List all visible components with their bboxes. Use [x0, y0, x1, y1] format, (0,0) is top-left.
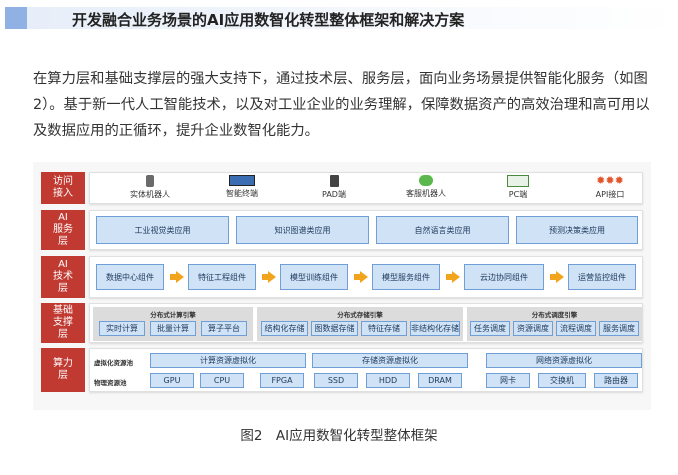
- storage-engine-group: 分布式存储引擎 结构化存储 图数据存储 特征存储 非结构化存储: [257, 307, 463, 341]
- base-item: 结构化存储: [261, 321, 308, 336]
- ai-service-layer: AI 服务 层 工业视觉类应用 知识图谱类应用 自然语言类应用 预测决策类应用: [41, 210, 643, 250]
- physical-resource: SSD: [314, 373, 358, 388]
- base-layer-label: 基础 支撑 层: [41, 303, 85, 343]
- compute-panel: 虚拟化资源池 计算资源虚拟化 存储资源虚拟化 网络资源虚拟化 物理资源池 GPU…: [89, 348, 643, 392]
- access-item-pc: PC端: [478, 175, 558, 200]
- access-item-api: ✹✹✹ API接口: [570, 175, 650, 200]
- tech-component: 数据中心组件: [96, 264, 164, 290]
- compute-layer-label: 算力 层: [41, 348, 85, 392]
- monitor-icon: [507, 175, 529, 187]
- access-layer: 访问 接入 实体机器人 智能终端 PAD端 客服机器人 PC端 ✹✹✹ API接…: [41, 172, 643, 204]
- base-support-layer: 基础 支撑 层 分布式计算引擎 实时计算 批量计算 算子平台 分布式存储引擎 结…: [41, 303, 643, 343]
- virtual-resource: 计算资源虚拟化: [150, 353, 306, 368]
- compute-engine-group: 分布式计算引擎 实时计算 批量计算 算子平台: [93, 307, 253, 341]
- service-panel: 工业视觉类应用 知识图谱类应用 自然语言类应用 预测决策类应用: [89, 210, 643, 250]
- robot-icon: [146, 175, 154, 187]
- base-item: 算子平台: [201, 321, 247, 336]
- virtual-resource: 网络资源虚拟化: [486, 353, 642, 368]
- physical-resource: 交换机: [538, 373, 586, 388]
- base-item: 服务调度: [599, 321, 639, 336]
- tech-panel: 数据中心组件 特征工程组件 模型训练组件 模型服务组件 云边协同组件 运营监控组…: [89, 256, 643, 298]
- physical-resource: FPGA: [260, 373, 304, 388]
- tech-component: 运营监控组件: [568, 264, 636, 290]
- flow-arrow-icon: [446, 271, 460, 283]
- service-item: 预测决策类应用: [516, 216, 638, 244]
- virtual-pool-label: 虚拟化资源池: [94, 359, 133, 367]
- base-item: 批量计算: [150, 321, 196, 336]
- figure-caption: 图2 AI应用数智化转型整体框架: [240, 428, 438, 444]
- flow-arrow-icon: [262, 271, 276, 283]
- access-item-terminal: 智能终端: [202, 175, 282, 199]
- service-item: 知识图谱类应用: [236, 216, 369, 244]
- base-item: 任务调度: [470, 321, 510, 336]
- pad-icon: [329, 175, 339, 187]
- base-item: 特征存储: [361, 321, 407, 336]
- physical-resource: 路由器: [594, 373, 638, 388]
- compute-layer: 算力 层 虚拟化资源池 计算资源虚拟化 存储资源虚拟化 网络资源虚拟化 物理资源…: [41, 348, 643, 392]
- access-item-robot: 实体机器人: [110, 175, 190, 200]
- service-layer-label: AI 服务 层: [41, 210, 85, 250]
- tech-layer-label: AI 技术 层: [41, 256, 85, 298]
- flow-arrow-icon: [550, 271, 564, 283]
- physical-resource: 网卡: [486, 373, 530, 388]
- physical-resource: GPU: [150, 373, 194, 388]
- physical-resource: HDD: [366, 373, 410, 388]
- service-item: 自然语言类应用: [376, 216, 509, 244]
- base-item: 资源调度: [513, 321, 553, 336]
- physical-pool-label: 物理资源池: [94, 379, 127, 387]
- flow-arrow-icon: [354, 271, 368, 283]
- physical-resource: CPU: [200, 373, 244, 388]
- physical-resource: DRAM: [418, 373, 462, 388]
- tech-component: 云边协同组件: [464, 264, 544, 290]
- access-item-pad: PAD端: [294, 175, 374, 200]
- api-icon: ✹✹✹: [596, 174, 624, 187]
- base-item: 实时计算: [99, 321, 145, 336]
- architecture-figure: 访问 接入 实体机器人 智能终端 PAD端 客服机器人 PC端 ✹✹✹ API接…: [33, 162, 651, 410]
- tech-component: 模型训练组件: [280, 264, 348, 290]
- section-heading: 开发融合业务场景的AI应用数智化转型整体框架和解决方案: [72, 11, 465, 29]
- chat-icon: [419, 175, 433, 186]
- access-panel: 实体机器人 智能终端 PAD端 客服机器人 PC端 ✹✹✹ API接口: [89, 172, 643, 204]
- body-paragraph: 在算力层和基础支撑层的强大支持下，通过技术层、服务层，面向业务场景提供智能化服务…: [33, 71, 650, 139]
- base-item: 流程调度: [556, 321, 596, 336]
- tech-component: 特征工程组件: [188, 264, 256, 290]
- service-item: 工业视觉类应用: [96, 216, 229, 244]
- access-layer-label: 访问 接入: [41, 172, 85, 204]
- flow-arrow-icon: [170, 271, 184, 283]
- tech-component: 模型服务组件: [372, 264, 440, 290]
- base-panel: 分布式计算引擎 实时计算 批量计算 算子平台 分布式存储引擎 结构化存储 图数据…: [89, 303, 643, 343]
- scheduling-engine-group: 分布式调度引擎 任务调度 资源调度 流程调度 服务调度: [467, 307, 642, 341]
- base-item: 非结构化存储: [410, 321, 460, 336]
- ai-tech-layer: AI 技术 层 数据中心组件 特征工程组件 模型训练组件 模型服务组件 云边协同…: [41, 256, 643, 298]
- virtual-resource: 存储资源虚拟化: [312, 353, 468, 368]
- tablet-icon: [229, 175, 255, 186]
- heading-accent-square: [5, 7, 27, 29]
- base-item: 图数据存储: [311, 321, 358, 336]
- access-item-chatbot: 客服机器人: [386, 175, 466, 199]
